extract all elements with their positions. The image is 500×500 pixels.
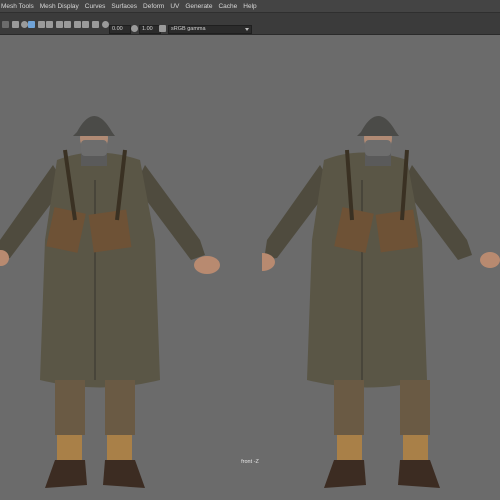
color-space-label: sRGB gamma bbox=[171, 26, 206, 32]
viewport-3d[interactable]: front -Z bbox=[0, 35, 500, 500]
lock-camera-icon[interactable] bbox=[21, 21, 28, 28]
menu-bar: Mesh Tools Mesh Display Curves Surfaces … bbox=[0, 0, 500, 13]
wireframe-icon[interactable] bbox=[74, 21, 81, 28]
smooth-shade-icon[interactable] bbox=[82, 21, 89, 28]
menu-mesh-tools[interactable]: Mesh Tools bbox=[0, 3, 37, 10]
exposure-icon[interactable] bbox=[102, 21, 109, 28]
grid-icon[interactable] bbox=[46, 21, 53, 28]
menu-generate[interactable]: Generate bbox=[182, 3, 215, 10]
chevron-down-icon bbox=[245, 28, 249, 31]
exposure-field[interactable]: 0.00 bbox=[109, 25, 131, 34]
image-plane-icon[interactable] bbox=[38, 21, 45, 28]
textured-icon[interactable] bbox=[92, 21, 99, 28]
color-space-dropdown[interactable]: sRGB gamma bbox=[168, 25, 252, 34]
toolbar-handle-icon bbox=[2, 21, 9, 28]
gamma-field[interactable]: 1.00 bbox=[139, 25, 161, 34]
soldier-model-right[interactable] bbox=[262, 90, 500, 500]
menu-cache[interactable]: Cache bbox=[215, 3, 240, 10]
resolution-gate-icon[interactable] bbox=[64, 21, 71, 28]
bookmarks-icon[interactable] bbox=[28, 21, 35, 28]
menu-mesh-display[interactable]: Mesh Display bbox=[37, 3, 82, 10]
menu-uv[interactable]: UV bbox=[167, 3, 182, 10]
menu-curves[interactable]: Curves bbox=[82, 3, 109, 10]
film-gate-icon[interactable] bbox=[56, 21, 63, 28]
camera-label: front -Z bbox=[241, 459, 259, 465]
gamma-icon[interactable] bbox=[131, 25, 138, 32]
select-camera-icon[interactable] bbox=[12, 21, 19, 28]
soldier-model-left[interactable] bbox=[0, 90, 235, 500]
menu-deform[interactable]: Deform bbox=[140, 3, 167, 10]
menu-surfaces[interactable]: Surfaces bbox=[108, 3, 140, 10]
menu-help[interactable]: Help bbox=[240, 3, 259, 10]
color-management-icon[interactable] bbox=[159, 25, 166, 32]
